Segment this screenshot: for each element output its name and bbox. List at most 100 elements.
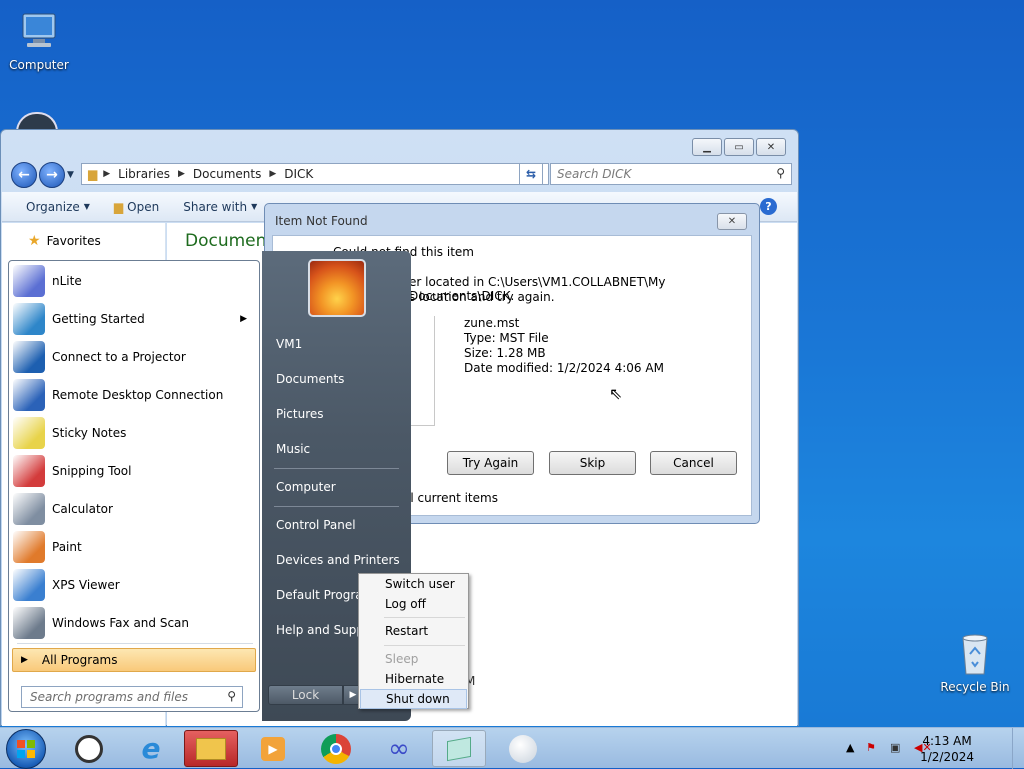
search-icon: ⚲ (776, 166, 785, 180)
program-icon (13, 607, 45, 639)
chrome-icon (321, 733, 351, 764)
search-input[interactable]: Search DICK ⚲ (550, 163, 792, 185)
program-label: Calculator (52, 502, 113, 516)
start-search-input[interactable]: Search programs and files ⚲ (21, 686, 243, 708)
all-programs-button[interactable]: ▶ All Programs (12, 648, 256, 672)
cancel-button[interactable]: Cancel (650, 451, 737, 475)
do-for-all-checkbox-label[interactable]: ll current items (407, 491, 498, 505)
folder-icon: ▆ (88, 167, 98, 181)
user-picture[interactable] (308, 259, 366, 317)
open-folder-icon: ▆ (113, 199, 124, 214)
program-item[interactable]: Getting Started ▶ (13, 301, 257, 337)
organize-button[interactable]: Organize ▼ (26, 200, 90, 214)
share-with-label: Share with (183, 199, 248, 214)
recent-pages-dropdown[interactable]: ▼ (67, 170, 74, 180)
file-name: zune.mst (464, 316, 520, 330)
program-item[interactable]: Connect to a Projector (13, 339, 257, 375)
taskbar-media-player[interactable]: ▶ (246, 730, 300, 767)
taskbar-internet-explorer[interactable]: e (124, 730, 178, 767)
program-item[interactable]: nLite (13, 263, 257, 299)
infinity-icon: ∞ (388, 733, 410, 764)
start-link-devices-printers[interactable]: Devices and Printers (276, 553, 400, 567)
network-icon[interactable]: ▣ (890, 741, 900, 754)
start-link-pictures[interactable]: Pictures (276, 407, 324, 421)
dialog-message-line2: s location and try again. (409, 290, 555, 304)
start-link-computer[interactable]: Computer (276, 480, 336, 494)
program-label: XPS Viewer (52, 578, 120, 592)
lock-button[interactable]: Lock (268, 685, 343, 705)
taskbar-generic-app[interactable] (496, 730, 550, 767)
forward-arrow-icon: → (46, 167, 58, 183)
breadcrumb-libraries[interactable]: Libraries (118, 167, 170, 181)
taskbar: e ▶ ∞ ▲ ⚑ ▣ ◀✕ 4:13 AM 1/2/2024 (0, 727, 1024, 769)
address-bar[interactable]: ▆ ▶ Libraries ▶ Documents ▶ DICK ▼ (81, 163, 549, 185)
program-icon (13, 531, 45, 563)
start-menu: VM1 Documents Pictures Music Computer Co… (0, 251, 411, 721)
show-desktop-button[interactable] (1012, 728, 1024, 769)
start-link-documents[interactable]: Documents (276, 372, 344, 386)
file-details: zune.mst Type: MST File Size: 1.28 MB Da… (464, 316, 664, 376)
try-again-button[interactable]: Try Again (447, 451, 534, 475)
program-item[interactable]: Sticky Notes (13, 415, 257, 451)
taskbar-clock-app[interactable] (62, 730, 116, 767)
search-icon: ⚲ (227, 689, 236, 703)
share-with-button[interactable]: Share with ▼ (183, 200, 257, 214)
start-separator (274, 506, 399, 507)
program-item[interactable]: Remote Desktop Connection (13, 377, 257, 413)
system-clock[interactable]: 4:13 AM 1/2/2024 (920, 733, 974, 765)
forward-button[interactable]: → (39, 162, 65, 188)
favorites-label: Favorites (46, 234, 101, 248)
breadcrumb-documents[interactable]: Documents (193, 167, 261, 181)
maximize-button[interactable]: ▭ (724, 138, 754, 156)
start-button[interactable] (6, 729, 46, 769)
menu-item-restart[interactable]: Restart (360, 621, 467, 641)
refresh-button[interactable]: ⇆ (519, 163, 543, 185)
show-hidden-icons-button[interactable]: ▲ (846, 741, 854, 754)
nav-favorites[interactable]: ★ Favorites (28, 233, 101, 249)
computer-icon (15, 8, 63, 56)
taskbar-notepad-app[interactable] (432, 730, 486, 767)
taskbar-infinity-app[interactable]: ∞ (372, 730, 426, 767)
minimize-button[interactable]: ▁ (692, 138, 722, 156)
back-button[interactable]: ← (11, 162, 37, 188)
taskbar-chrome[interactable] (309, 730, 363, 767)
program-item[interactable]: Calculator (13, 491, 257, 527)
start-link-control-panel[interactable]: Control Panel (276, 518, 356, 532)
chevron-right-icon: ▶ (240, 314, 247, 324)
search-placeholder: Search DICK (557, 167, 632, 181)
open-button[interactable]: ▆ Open (114, 200, 159, 214)
menu-item-switch-user[interactable]: Switch user (360, 574, 467, 594)
close-icon: ✕ (766, 141, 776, 153)
dialog-close-button[interactable]: ✕ (717, 213, 747, 230)
desktop-icon-recycle-bin[interactable]: Recycle Bin (940, 630, 1010, 694)
action-center-icon[interactable]: ⚑ (866, 741, 876, 754)
menu-item-log-off[interactable]: Log off (360, 594, 467, 614)
breadcrumb-dick[interactable]: DICK (284, 167, 313, 181)
menu-item-hibernate[interactable]: Hibernate (360, 669, 467, 689)
clock-time: 4:13 AM (922, 734, 972, 748)
minimize-icon: ▁ (703, 141, 711, 153)
help-icon[interactable]: ? (760, 198, 777, 215)
start-link-user[interactable]: VM1 (276, 337, 302, 351)
mouse-cursor-icon: ⇖ (609, 384, 623, 403)
program-icon (13, 303, 45, 335)
open-label: Open (127, 199, 160, 214)
skip-button[interactable]: Skip (549, 451, 636, 475)
all-programs-label: All Programs (41, 653, 118, 667)
caption-buttons: ▁ ▭ ✕ (692, 138, 786, 156)
program-item[interactable]: Windows Fax and Scan (13, 605, 257, 641)
program-item[interactable]: Paint (13, 529, 257, 565)
start-link-music[interactable]: Music (276, 442, 310, 456)
close-button[interactable]: ✕ (756, 138, 786, 156)
taskbar-explorer-active[interactable] (184, 730, 238, 767)
program-icon (13, 455, 45, 487)
chevron-right-icon: ▶ (103, 169, 111, 179)
file-type: Type: MST File (464, 331, 549, 345)
navigation-row: ← → ▼ ▆ ▶ Libraries ▶ Documents ▶ DICK ▼… (9, 162, 792, 188)
program-item[interactable]: XPS Viewer (13, 567, 257, 603)
program-item[interactable]: Snipping Tool (13, 453, 257, 489)
menu-separator (384, 617, 465, 618)
desktop-icon-computer[interactable]: Computer (4, 8, 74, 72)
start-separator (274, 468, 399, 469)
menu-item-shut-down[interactable]: Shut down (360, 689, 467, 709)
